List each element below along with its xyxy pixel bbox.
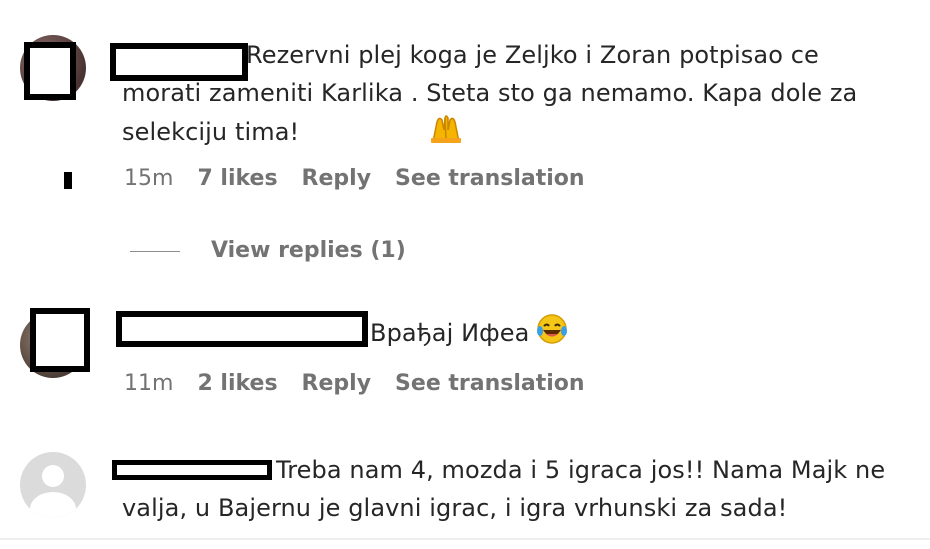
reply-button[interactable]: Reply (302, 371, 372, 396)
likes-count[interactable]: 2 likes (197, 371, 277, 396)
username-redaction[interactable] (116, 311, 368, 347)
see-translation-button[interactable]: See translation (395, 371, 585, 396)
comment-time: 15m (124, 166, 174, 191)
view-replies-button[interactable]: View replies (1) (211, 238, 406, 263)
redaction-mark (64, 172, 72, 189)
comment-text: Treba nam 4, mozda i 5 igraca jos!! Nama… (122, 456, 886, 522)
comment-text: Rezervni plej koga je Zeljko i Zoran pot… (122, 36, 902, 155)
comment-time: 11m (124, 371, 174, 396)
likes-count[interactable]: 7 likes (197, 166, 277, 191)
laughing-tears-icon (535, 313, 569, 356)
praising-hands-icon (305, 112, 463, 155)
see-translation-button[interactable]: See translation (395, 166, 585, 191)
default-avatar-icon[interactable] (20, 452, 86, 518)
divider (0, 538, 930, 540)
view-replies-line (130, 251, 180, 252)
reply-button[interactable]: Reply (302, 166, 372, 191)
comment-meta: 11m 2 likes Reply See translation (124, 371, 609, 396)
redaction-box (24, 42, 76, 100)
redaction-box (30, 308, 90, 372)
comment-meta: 15m 7 likes Reply See translation (124, 166, 609, 191)
comment-text: Врађај Ифеа (370, 313, 890, 356)
